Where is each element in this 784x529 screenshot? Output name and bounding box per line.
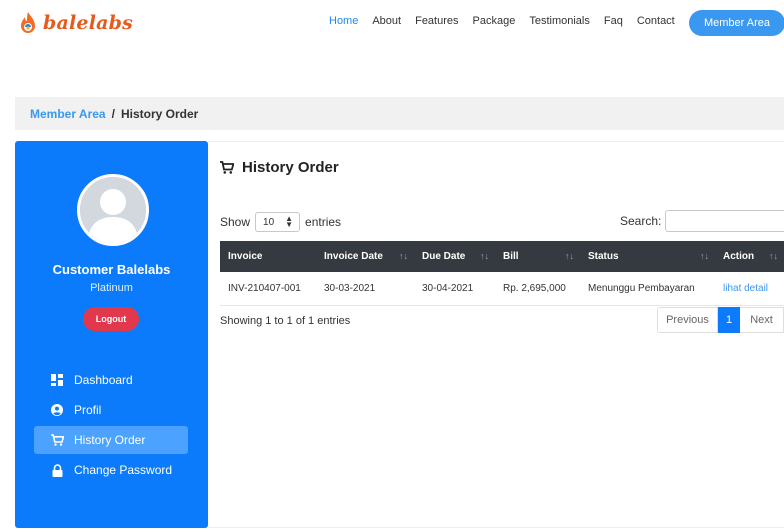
sort-icon: ↑↓ [565, 251, 574, 261]
breadcrumb: Member Area / History Order [15, 97, 784, 130]
sort-icon: ↑↓ [399, 251, 408, 261]
nav-testimonials[interactable]: Testimonials [529, 15, 590, 27]
show-label: Show [220, 215, 251, 229]
customer-level: Platinum [90, 282, 133, 294]
member-sidebar: Customer Balelabs Platinum Logout Dashbo… [15, 141, 208, 528]
breadcrumb-member-area-link[interactable]: Member Area [30, 107, 106, 121]
column-header-invoice[interactable]: Invoice [220, 241, 316, 272]
top-navbar: balelabs Home About Features Package Tes… [0, 0, 784, 46]
sidebar-item-history-order[interactable]: History Order [34, 426, 188, 454]
sidebar-item-label: Change Password [74, 463, 173, 477]
pagination-page-1-button[interactable]: 1 [718, 307, 740, 333]
sidebar-item-label: Dashboard [74, 373, 133, 387]
entries-length-control: Show 10 ▲ ▼ entries [220, 212, 341, 232]
sidebar-item-profil[interactable]: Profil [34, 396, 188, 424]
cart-icon [220, 161, 234, 174]
search-input[interactable] [665, 210, 784, 232]
breadcrumb-separator: / [111, 106, 115, 121]
brand-logo[interactable]: balelabs [19, 10, 133, 36]
customer-name: Customer Balelabs [52, 262, 171, 277]
pagination-previous-button[interactable]: Previous [657, 307, 718, 333]
pagination-next-button[interactable]: Next [740, 307, 784, 333]
user-silhouette-icon [80, 177, 146, 243]
avatar [77, 174, 149, 246]
logout-button[interactable]: Logout [83, 307, 139, 331]
cell-due-date: 30-04-2021 [414, 272, 495, 306]
column-header-status[interactable]: Status ↑↓ [580, 241, 715, 272]
nav-about[interactable]: About [372, 15, 401, 27]
page-title-text: History Order [242, 159, 339, 176]
sidebar-item-change-password[interactable]: Change Password [34, 456, 188, 484]
entries-select[interactable]: 10 ▲ ▼ [255, 212, 301, 232]
entries-select-value: 10 [263, 216, 275, 228]
sidebar-menu: Dashboard Profil History Order Change Pa… [34, 366, 188, 486]
table-search: Search: [620, 210, 784, 232]
table-info: Showing 1 to 1 of 1 entries [220, 315, 351, 327]
brand-name: balelabs [43, 12, 134, 34]
nav-features[interactable]: Features [415, 15, 458, 27]
sort-icon: ↑↓ [769, 251, 778, 261]
pagination: Previous 1 Next [657, 307, 784, 333]
sort-icon: ↑↓ [700, 251, 709, 261]
nav-home[interactable]: Home [329, 15, 358, 27]
sidebar-item-label: Profil [74, 403, 102, 417]
entries-label: entries [305, 215, 342, 229]
user-circle-icon [50, 403, 64, 417]
breadcrumb-current: History Order [120, 106, 199, 121]
cell-bill: Rp. 2,695,000 [495, 272, 580, 306]
column-header-bill[interactable]: Bill ↑↓ [495, 241, 580, 272]
main-content-panel [208, 141, 784, 528]
nav-contact[interactable]: Contact [637, 15, 675, 27]
cell-status: Menunggu Pembayaran [580, 272, 715, 306]
main-nav: Home About Features Package Testimonials… [329, 15, 689, 27]
column-header-action[interactable]: Action ↑↓ [715, 241, 784, 272]
column-header-due-date[interactable]: Due Date ↑↓ [414, 241, 495, 272]
select-caret-icon: ▲ ▼ [285, 214, 294, 229]
nav-package[interactable]: Package [473, 15, 516, 27]
cell-invoice: INV-210407-001 [220, 272, 316, 306]
cell-action: lihat detail [715, 272, 784, 306]
sort-icon: ↑↓ [480, 251, 489, 261]
table-header-row: Invoice Invoice Date ↑↓ Due Date ↑↓ Bill ↑↓… [220, 241, 784, 272]
flame-logo-icon [19, 11, 37, 35]
cart-icon [50, 433, 64, 447]
lock-icon [50, 463, 64, 477]
sidebar-item-dashboard[interactable]: Dashboard [34, 366, 188, 394]
cell-invoice-date: 30-03-2021 [316, 272, 414, 306]
lihat-detail-link[interactable]: lihat detail [723, 283, 768, 294]
sidebar-item-label: History Order [74, 433, 146, 447]
table-row: INV-210407-001 30-03-2021 30-04-2021 Rp.… [220, 272, 784, 306]
search-label: Search: [620, 214, 662, 228]
history-order-table: Invoice Invoice Date ↑↓ Due Date ↑↓ Bill ↑↓… [220, 241, 784, 306]
member-area-button[interactable]: Member Area [689, 10, 784, 36]
nav-faq[interactable]: Faq [604, 15, 623, 27]
dashboard-icon [50, 373, 64, 387]
column-header-invoice-date[interactable]: Invoice Date ↑↓ [316, 241, 414, 272]
page-title: History Order [220, 159, 339, 176]
